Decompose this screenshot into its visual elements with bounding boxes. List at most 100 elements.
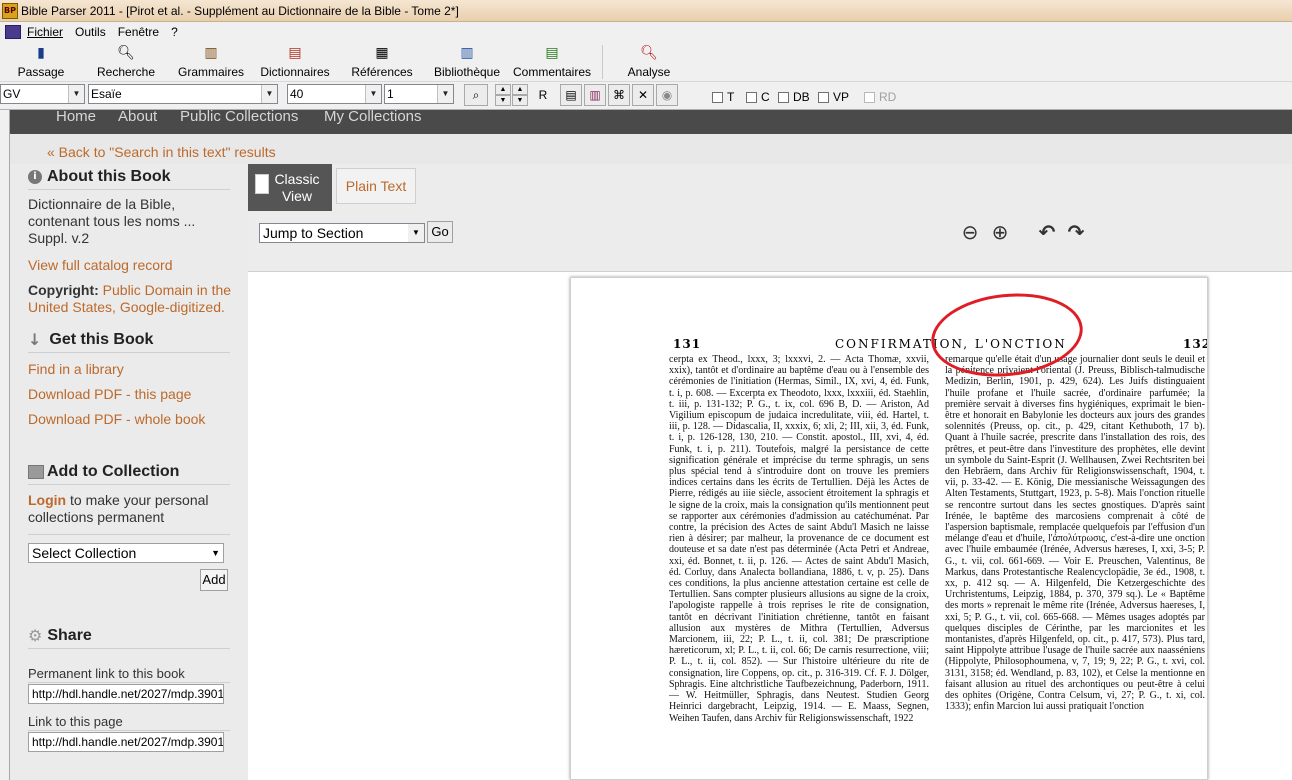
nav-home[interactable]: Home — [56, 110, 96, 125]
collection-select[interactable]: Select Collection ▼ — [28, 543, 224, 563]
download-book-link[interactable]: Download PDF - whole book — [28, 411, 205, 427]
arrow-down-icon: ↓ — [28, 330, 42, 349]
main-toolbar: ▮ Passage 🔍︎ Recherche ▥ Grammaires ▤ Di… — [0, 42, 1292, 82]
text-view-button[interactable]: ▤ — [560, 84, 582, 106]
collection-heading: Add to Collection — [28, 463, 230, 485]
books-shelf-icon: ▥ — [204, 45, 218, 61]
window-title: Bible Parser 2011 - [Pirot et al. - Supp… — [21, 3, 459, 18]
nav-my-collections[interactable]: My Collections — [324, 110, 422, 125]
document-system-icon[interactable] — [5, 25, 21, 39]
classic-view-tab[interactable]: Classic View — [248, 164, 332, 211]
menu-fenetre[interactable]: Fenêtre — [118, 25, 159, 39]
crossed-tools-icon: ✕ — [637, 88, 649, 102]
book-select[interactable]: Esaïe ▼ — [88, 84, 278, 104]
back-to-results-link[interactable]: « Back to "Search in this text" results — [47, 144, 276, 160]
app-icon: BP — [2, 2, 18, 19]
version-select[interactable]: GV ▼ — [0, 84, 85, 104]
verse-select[interactable]: 1 ▼ — [384, 84, 454, 104]
tools-button[interactable]: ✕ — [632, 84, 654, 106]
step-down-button-2[interactable]: ▼ — [512, 95, 528, 106]
divider — [28, 730, 230, 731]
menu-help[interactable]: ? — [171, 25, 178, 39]
dictionary-icon: ▤ — [288, 45, 302, 61]
tree-button[interactable]: ⌘ — [608, 84, 630, 106]
get-book-heading: ↓ Get this Book — [28, 330, 230, 353]
check-t[interactable]: T — [712, 90, 734, 104]
find-button[interactable]: ⌕ — [464, 84, 488, 106]
recherche-button[interactable]: 🔍︎ Recherche — [82, 42, 170, 80]
view-controls: Classic View Plain Text Jump to Section … — [248, 164, 1292, 272]
step-up-button-2[interactable]: ▲ — [512, 84, 528, 95]
analysis-magnifier-icon: 🔍︎ — [640, 45, 658, 61]
page-link-field[interactable]: http://hdl.handle.net/2027/mdp.39015 — [28, 732, 224, 752]
document-list-icon: ▦ — [375, 45, 389, 61]
disc-icon: ◉ — [661, 88, 673, 102]
jump-to-section-select[interactable]: Jump to Section ▼ — [259, 223, 425, 243]
copyright-info: Copyright: Public Domain in the United S… — [28, 282, 233, 316]
dictionnaires-button[interactable]: ▤ Dictionnaires — [252, 42, 338, 80]
passage-button[interactable]: ▮ Passage — [0, 42, 82, 80]
check-vp[interactable]: VP — [818, 90, 849, 104]
checkbox[interactable] — [712, 91, 723, 103]
gear-icon: ⚙ — [28, 626, 43, 645]
analyse-button[interactable]: 🔍︎ Analyse — [609, 42, 689, 80]
tree-icon: ⌘ — [613, 88, 625, 102]
window-title-bar: BP Bible Parser 2011 - [Pirot et al. - S… — [0, 0, 1292, 22]
page-link-label: Link to this page — [28, 714, 123, 729]
catalog-record-link[interactable]: View full catalog record — [28, 257, 172, 273]
download-page-link[interactable]: Download PDF - this page — [28, 386, 191, 402]
zoom-out-icon[interactable]: ⊖ — [958, 220, 982, 244]
step-down-button[interactable]: ▼ — [495, 95, 511, 106]
checkbox[interactable] — [778, 91, 789, 103]
checkbox[interactable] — [818, 91, 829, 103]
library-icon: ▥ — [460, 45, 474, 61]
grammaires-button[interactable]: ▥ Grammaires — [170, 42, 252, 80]
nav-public-collections[interactable]: Public Collections — [180, 110, 298, 125]
go-button[interactable]: Go — [427, 221, 453, 243]
chevron-down-icon: ▼ — [365, 85, 381, 103]
books-icon: ▥ — [589, 88, 601, 102]
zoom-in-icon[interactable]: ⊕ — [988, 220, 1012, 244]
plain-text-tab[interactable]: Plain Text — [336, 168, 416, 204]
nav-about[interactable]: About — [118, 110, 157, 125]
disc-button[interactable]: ◉ — [656, 84, 678, 106]
site-nav-bar: Home About Public Collections My Collect… — [10, 110, 1292, 134]
add-collection-button[interactable]: Add — [200, 569, 228, 591]
r-button[interactable]: R — [532, 84, 554, 106]
find-library-link[interactable]: Find in a library — [28, 361, 124, 377]
checkbox-disabled — [864, 91, 875, 103]
left-text-column: cerpta ex Theod., lxxx, 3; lxxxvi, 2. — … — [669, 354, 929, 724]
scanned-page: 131 CONFIRMATION, L'ONCTION 132 cerpta e… — [570, 277, 1208, 780]
library-button[interactable]: ▥ — [584, 84, 606, 106]
chevron-down-icon: ▼ — [68, 85, 84, 103]
info-icon: i — [28, 170, 42, 184]
back-bar: « Back to "Search in this text" results — [10, 134, 1292, 164]
right-text-column: remarque qu'elle était d'un usage journa… — [945, 354, 1205, 713]
chevron-down-icon: ▼ — [408, 224, 424, 242]
collection-icon — [28, 465, 44, 479]
references-button[interactable]: ▦ Références — [338, 42, 426, 80]
toolbar-separator — [602, 45, 603, 79]
menu-outils[interactable]: Outils — [75, 25, 106, 39]
right-page-number: 132 — [1183, 337, 1207, 351]
commentary-icon: ▤ — [545, 45, 559, 61]
checkbox[interactable] — [746, 91, 757, 103]
check-db[interactable]: DB — [778, 90, 810, 104]
left-page-number: 131 — [673, 337, 702, 351]
rotate-right-icon[interactable]: ↷ — [1064, 220, 1088, 244]
commentaires-button[interactable]: ▤ Commentaires — [508, 42, 596, 80]
chevron-down-icon: ▼ — [437, 85, 453, 103]
passage-selector-bar: GV ▼ Esaïe ▼ 40 ▼ 1 ▼ ⌕ ▲ ▼ ▲ ▼ R ▤ ▥ ⌘ … — [0, 82, 1292, 110]
bibliotheque-button[interactable]: ▥ Bibliothèque — [426, 42, 508, 80]
step-up-button[interactable]: ▲ — [495, 84, 511, 95]
menu-fichier[interactable]: Fichier — [27, 25, 63, 39]
check-rd: RD — [864, 90, 896, 104]
reader-pane: Classic View Plain Text Jump to Section … — [248, 164, 1292, 780]
login-link[interactable]: Login — [28, 492, 66, 508]
chapter-select[interactable]: 40 ▼ — [287, 84, 382, 104]
permanent-link-field[interactable]: http://hdl.handle.net/2027/mdp.39015 — [28, 684, 224, 704]
book-description: Dictionnaire de la Bible, contenant tous… — [28, 196, 196, 246]
page-icon — [255, 174, 269, 194]
check-c[interactable]: C — [746, 90, 770, 104]
rotate-left-icon[interactable]: ↶ — [1035, 220, 1059, 244]
